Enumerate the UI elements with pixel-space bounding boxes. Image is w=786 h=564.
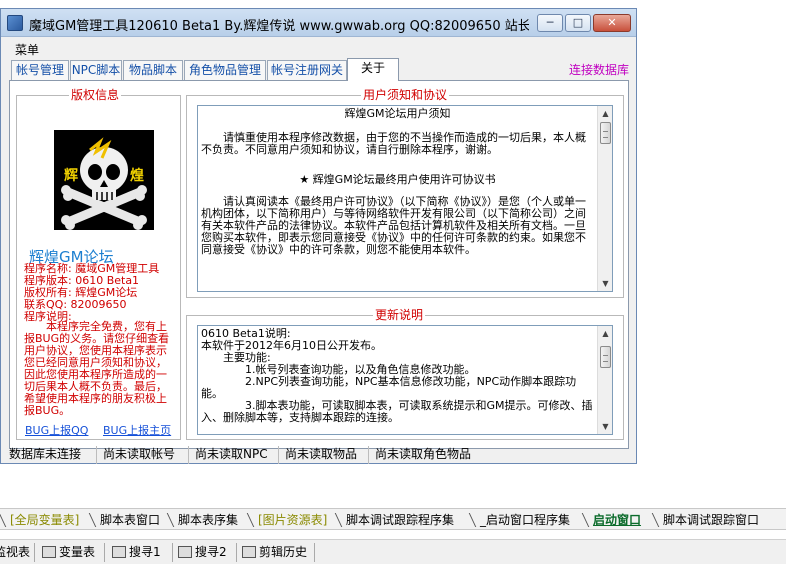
toolbar-separator bbox=[172, 543, 173, 562]
toolbar-separator bbox=[314, 543, 315, 562]
tool-search2-label: 搜寻2 bbox=[195, 545, 227, 559]
scroll-up-icon[interactable]: ▲ bbox=[599, 327, 612, 340]
maximize-button[interactable]: □ bbox=[565, 14, 591, 32]
about-page: 版权信息 辉 煌 辉煌GM论坛 程序名称: 魔域GM管理工具 程序版本: 061… bbox=[9, 80, 629, 449]
ide-tab-image-resources[interactable]: [图片资源表] bbox=[250, 511, 327, 529]
tab-account[interactable]: 帐号管理 bbox=[11, 60, 69, 80]
update-line: 3.脚本表功能，可读取脚本表，可读取系统提示和GM提示。可修改、插入、删除脚本等… bbox=[201, 399, 593, 424]
update-panel: 更新说明 0610 Beta1说明: 本软件于2012年6月10日公开发布。 主… bbox=[186, 308, 624, 440]
main-window: 魔域GM管理工具120610 Beta1 By.辉煌传说 www.gwwab.o… bbox=[0, 8, 637, 464]
agreement-para2: 请认真阅读本《最终用户许可协议》（以下简称《协议》）是您（个人或单一机构团体，以… bbox=[201, 195, 586, 256]
search-icon bbox=[112, 546, 126, 558]
bug-report-home-link[interactable]: BUG上报主页 bbox=[103, 422, 171, 438]
copyright-panel: 版权信息 辉 煌 辉煌GM论坛 程序名称: 魔域GM管理工具 程序版本: 061… bbox=[16, 88, 181, 440]
clipboard-icon bbox=[242, 546, 256, 558]
scroll-thumb[interactable] bbox=[600, 346, 611, 368]
menu-main[interactable]: 菜单 bbox=[15, 41, 39, 58]
ide-tab-debug-trace-set[interactable]: 脚本调试跟踪程序集 bbox=[338, 511, 454, 529]
agreement-title: 用户须知和协议 bbox=[361, 88, 450, 102]
window-title: 魔域GM管理工具120610 Beta1 By.辉煌传说 www.gwwab.o… bbox=[29, 19, 529, 34]
toolbar-separator bbox=[34, 543, 35, 562]
tab-register-gateway[interactable]: 帐号注册网关 bbox=[267, 60, 347, 80]
search-icon bbox=[178, 546, 192, 558]
license-title: ★ 辉煌GM论坛最终用户使用许可协议书 bbox=[299, 173, 496, 186]
tab-role-items[interactable]: 角色物品管理 bbox=[184, 60, 266, 80]
tool-variables[interactable]: 变量表 bbox=[42, 544, 95, 561]
update-line: 2.NPC列表查询功能，NPC基本信息修改功能，NPC动作脚本跟踪功能。 bbox=[201, 375, 577, 400]
skull-logo: 辉 煌 bbox=[54, 130, 154, 230]
tool-search2[interactable]: 搜寻2 bbox=[178, 544, 227, 561]
agreement-panel: 用户须知和协议 辉煌GM论坛用户须知 请慎重使用本程序修改数据，由于您的不当操作… bbox=[186, 88, 624, 298]
variables-icon bbox=[42, 546, 56, 558]
update-title: 更新说明 bbox=[373, 308, 426, 322]
update-text: 0610 Beta1说明: 本软件于2012年6月10日公开发布。 主要功能: … bbox=[201, 328, 594, 424]
status-account: 尚未读取帐号 bbox=[99, 446, 189, 464]
tool-clipboard-history[interactable]: 剪辑历史 bbox=[242, 544, 307, 561]
logo-char-left: 辉 bbox=[64, 168, 78, 184]
ide-tab-script-window[interactable]: 脚本表窗口 bbox=[92, 511, 160, 529]
status-npc: 尚未读取NPC bbox=[191, 446, 279, 464]
agreement-text: 辉煌GM论坛用户须知 请慎重使用本程序修改数据，由于您的不当操作而造成的一切后果… bbox=[201, 108, 594, 256]
ide-tab-startup-window[interactable]: 启动窗口 bbox=[585, 511, 641, 529]
status-items: 尚未读取物品 bbox=[281, 446, 369, 464]
status-role-items: 尚未读取角色物品 bbox=[375, 447, 472, 461]
scroll-up-icon[interactable]: ▲ bbox=[599, 107, 612, 120]
scroll-thumb[interactable] bbox=[600, 122, 611, 144]
minimize-button[interactable]: ─ bbox=[537, 14, 563, 32]
tab-npc-script[interactable]: NPC脚本 bbox=[70, 60, 122, 80]
program-note: 本程序完全免费，您有上报BUG的义务。请您仔细查看用户协议，您使用本程序表示您已… bbox=[24, 320, 170, 417]
ide-window-tabs: [全局变量表] 脚本表窗口 脚本表序集 [图片资源表] 脚本调试跟踪程序集 _启… bbox=[0, 508, 786, 530]
scroll-down-icon[interactable]: ▼ bbox=[599, 420, 612, 433]
app-icon bbox=[7, 15, 23, 31]
agreement-textbox[interactable]: 辉煌GM论坛用户须知 请慎重使用本程序修改数据，由于您的不当操作而造成的一切后果… bbox=[197, 105, 613, 292]
title-bar[interactable]: 魔域GM管理工具120610 Beta1 By.辉煌传说 www.gwwab.o… bbox=[1, 9, 636, 37]
ide-tab-debug-trace-window[interactable]: 脚本调试跟踪窗口 bbox=[655, 511, 759, 529]
ide-tab-startup-set[interactable]: _启动窗口程序集 bbox=[472, 511, 570, 529]
tab-item-script[interactable]: 物品脚本 bbox=[123, 60, 183, 80]
tool-watch[interactable]: 监视表 bbox=[0, 544, 30, 561]
status-db: 数据库未连接 bbox=[5, 446, 97, 464]
bug-report-qq-link[interactable]: BUG上报QQ bbox=[25, 422, 88, 438]
scroll-down-icon[interactable]: ▼ bbox=[599, 277, 612, 290]
ide-tab-global-vars[interactable]: [全局变量表] bbox=[2, 511, 79, 529]
close-button[interactable]: ✕ bbox=[593, 14, 631, 32]
tool-search1-label: 搜寻1 bbox=[129, 545, 161, 559]
connect-db-link[interactable]: 连接数据库 bbox=[569, 61, 629, 78]
status-bar: 数据库未连接 尚未读取帐号 尚未读取NPC 尚未读取物品 尚未读取角色物品 bbox=[5, 446, 633, 464]
logo-char-right: 煌 bbox=[130, 167, 144, 184]
tool-search1[interactable]: 搜寻1 bbox=[112, 544, 161, 561]
ide-bottom-toolbar: 监视表 变量表 搜寻1 搜寻2 剪辑历史 bbox=[0, 539, 786, 564]
agreement-heading: 辉煌GM论坛用户须知 bbox=[344, 107, 451, 120]
ide-tab-script-set[interactable]: 脚本表序集 bbox=[170, 511, 238, 529]
update-textbox[interactable]: 0610 Beta1说明: 本软件于2012年6月10日公开发布。 主要功能: … bbox=[197, 325, 613, 435]
update-scrollbar[interactable]: ▲ ▼ bbox=[597, 326, 612, 434]
tab-about[interactable]: 关于 bbox=[347, 58, 399, 81]
toolbar-separator bbox=[104, 543, 105, 562]
tool-variables-label: 变量表 bbox=[59, 545, 96, 559]
copyright-title: 版权信息 bbox=[69, 88, 122, 102]
agreement-para1: 请慎重使用本程序修改数据，由于您的不当操作而造成的一切后果，本人概不负责。不同意… bbox=[201, 131, 586, 156]
menu-bar: 菜单 bbox=[1, 39, 636, 57]
tool-clipboard-label: 剪辑历史 bbox=[259, 545, 308, 559]
toolbar-separator bbox=[236, 543, 237, 562]
agreement-scrollbar[interactable]: ▲ ▼ bbox=[597, 106, 612, 291]
